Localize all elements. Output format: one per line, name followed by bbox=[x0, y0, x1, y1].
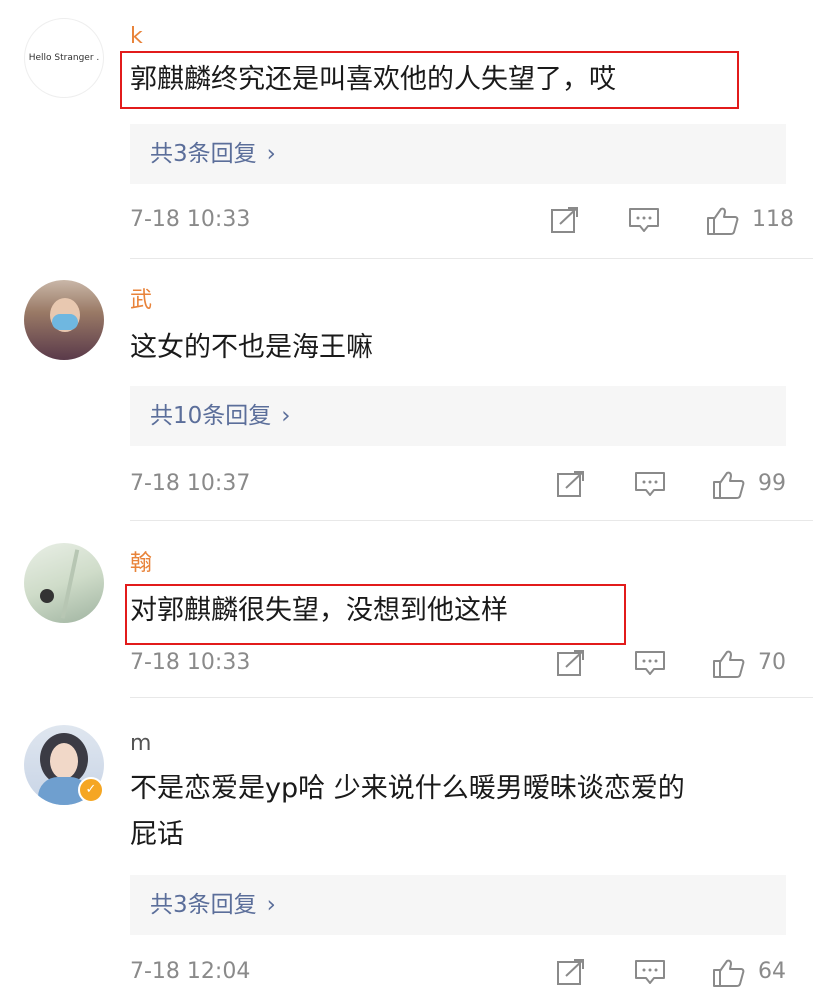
share-icon[interactable] bbox=[556, 958, 586, 986]
comment-item: ✓ m 不是恋爱是yp哈 少来说什么暖男暧昧谈恋爱的 屁话 共3条回复 › 7-1… bbox=[0, 699, 813, 1000]
like-count: 64 bbox=[758, 959, 786, 984]
comment-meta: 7-18 10:33 70 bbox=[130, 647, 786, 679]
like-count: 70 bbox=[758, 650, 786, 675]
divider bbox=[130, 258, 813, 259]
thumbs-up-icon[interactable] bbox=[712, 958, 746, 987]
avatar[interactable]: Hello Stranger . bbox=[24, 18, 104, 98]
replies-link[interactable]: 共10条回复 › bbox=[130, 386, 786, 446]
comment-icon[interactable] bbox=[628, 206, 660, 234]
share-icon[interactable] bbox=[556, 649, 586, 677]
highlight-box bbox=[125, 584, 626, 645]
comment-text-line-2: 屁话 bbox=[130, 819, 184, 850]
thumbs-up-icon[interactable] bbox=[706, 206, 740, 235]
chevron-right-icon: › bbox=[281, 403, 291, 429]
comment-meta: 7-18 12:04 64 bbox=[130, 956, 786, 988]
username[interactable]: m bbox=[130, 731, 151, 757]
thumbs-up-icon[interactable] bbox=[712, 649, 746, 678]
timestamp: 7-18 10:33 bbox=[130, 207, 251, 232]
avatar-branch bbox=[60, 549, 80, 619]
like-count: 99 bbox=[758, 471, 786, 496]
avatar-face bbox=[50, 743, 78, 779]
comment-item: 武 这女的不也是海王嘛 共10条回复 › 7-18 10:37 99 bbox=[0, 260, 813, 521]
avatar[interactable] bbox=[24, 543, 104, 623]
timestamp: 7-18 12:04 bbox=[130, 959, 251, 984]
replies-label: 共3条回复 bbox=[150, 892, 257, 918]
username[interactable]: 翰 bbox=[130, 551, 152, 577]
comment-meta: 7-18 10:33 118 bbox=[130, 204, 794, 236]
chevron-right-icon: › bbox=[266, 141, 276, 167]
divider bbox=[130, 697, 813, 698]
thumbs-up-icon[interactable] bbox=[712, 470, 746, 499]
replies-label: 共10条回复 bbox=[150, 403, 272, 429]
avatar[interactable] bbox=[24, 280, 104, 360]
replies-link[interactable]: 共3条回复 › bbox=[130, 875, 786, 935]
chevron-right-icon: › bbox=[266, 892, 276, 918]
comment-text: 这女的不也是海王嘛 bbox=[130, 332, 373, 363]
comment-meta: 7-18 10:37 99 bbox=[130, 468, 786, 500]
share-icon[interactable] bbox=[556, 470, 586, 498]
comment-item: 翰 对郭麒麟很失望，没想到他这样 7-18 10:33 70 bbox=[0, 521, 813, 699]
avatar-mask bbox=[52, 314, 78, 330]
replies-link[interactable]: 共3条回复 › bbox=[130, 124, 786, 184]
timestamp: 7-18 10:37 bbox=[130, 471, 251, 496]
username[interactable]: 武 bbox=[130, 288, 152, 314]
comment-item: Hello Stranger . k 郭麒麟终究还是叫喜欢他的人失望了，哎 共3… bbox=[0, 0, 813, 260]
highlight-box bbox=[120, 51, 739, 109]
comment-text-line-1: 不是恋爱是yp哈 少来说什么暖男暧昧谈恋爱的 bbox=[130, 773, 685, 804]
avatar-figure bbox=[40, 589, 54, 603]
comment-icon[interactable] bbox=[634, 470, 666, 498]
username[interactable]: k bbox=[130, 24, 143, 50]
timestamp: 7-18 10:33 bbox=[130, 650, 251, 675]
comment-icon[interactable] bbox=[634, 958, 666, 986]
verified-badge-icon: ✓ bbox=[78, 777, 104, 803]
avatar-text: Hello Stranger . bbox=[28, 53, 100, 63]
replies-label: 共3条回复 bbox=[150, 141, 257, 167]
like-count: 118 bbox=[752, 207, 794, 232]
comment-icon[interactable] bbox=[634, 649, 666, 677]
share-icon[interactable] bbox=[550, 206, 580, 234]
